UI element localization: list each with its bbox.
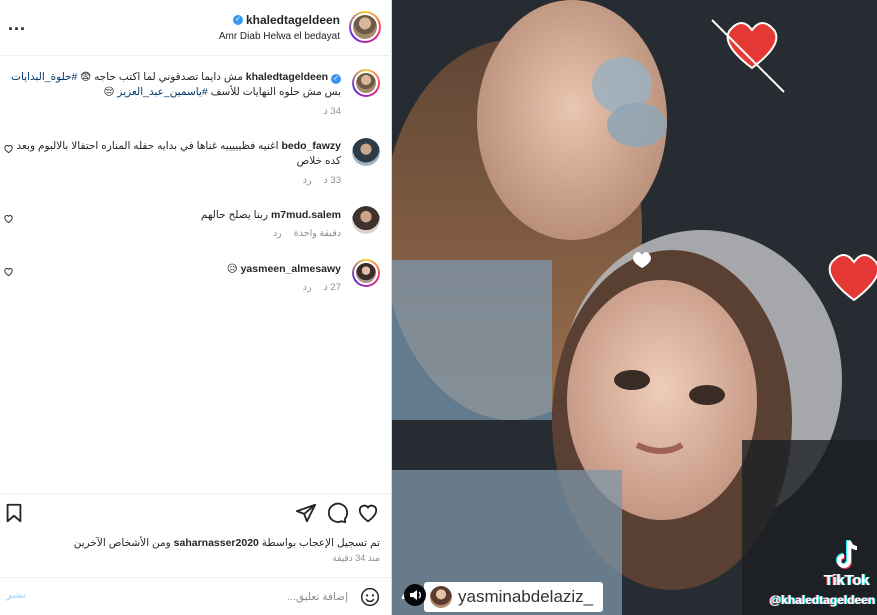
comment-item: m7mud.salem ربنا يصلح حالهم دقيقة واحدة ر… bbox=[0, 204, 391, 248]
verified-badge-icon: ✓ bbox=[232, 15, 243, 25]
comment-meta: دقيقة واحدة رد bbox=[261, 228, 341, 239]
hashtag-link[interactable]: #حلوة_البدايات bbox=[11, 71, 77, 83]
audio-subtitle[interactable]: Amr Diab Helwa el bedayat bbox=[219, 31, 340, 42]
video-frame bbox=[392, 0, 877, 615]
caption-avatar[interactable] bbox=[352, 69, 380, 97]
hashtag-link[interactable]: #ياسمين_عبد_العزيز bbox=[117, 86, 207, 98]
caption-row: khaledtageldeen ✓ مش دايما تصدقوني لما ا… bbox=[0, 64, 391, 120]
comment-username[interactable]: yasmeen_almesawy bbox=[241, 263, 341, 275]
comment-item: bedo_fawzy اغنيه فظيييييه غناها في بدايه… bbox=[0, 134, 391, 190]
caption-meta: 34 د bbox=[312, 106, 341, 117]
comment-time[interactable]: دقيقة واحدة bbox=[294, 228, 341, 239]
caption-username[interactable]: khaledtageldeen ✓ bbox=[246, 71, 341, 84]
audio-toggle-icon[interactable] bbox=[404, 584, 426, 606]
emoji-icon[interactable] bbox=[360, 587, 380, 607]
tagged-username: yasminabdelaziz_ bbox=[458, 587, 594, 606]
reply-button[interactable]: رد bbox=[303, 282, 312, 293]
verified-badge-icon: ✓ bbox=[331, 74, 341, 84]
post-header: ... ✓ khaledtageldeen Amr Diab Helwa el … bbox=[0, 0, 392, 56]
comment-meta: 33 د رد bbox=[291, 175, 341, 186]
like-comment-heart-icon[interactable] bbox=[3, 213, 14, 224]
comment-text: bedo_fawzy اغنيه فظيييييه غناها في بدايه… bbox=[16, 140, 341, 167]
video-player[interactable]: TikTok @khaledtageldeen yasminabdelaziz_ bbox=[392, 0, 877, 615]
tiktok-handle: @khaledtageldeen bbox=[769, 593, 875, 607]
comment-avatar[interactable] bbox=[352, 138, 380, 166]
post-time[interactable]: منذ 34 دقيقة bbox=[332, 553, 380, 564]
comment-bar: نشر bbox=[0, 577, 392, 615]
author-avatar[interactable] bbox=[349, 11, 381, 43]
post-actions: تم تسجيل الإعجاب بواسطة saharnasser2020 … bbox=[0, 493, 392, 575]
author-username[interactable]: khaledtageldeen bbox=[246, 13, 340, 27]
comment-icon[interactable] bbox=[326, 502, 348, 524]
comment-time[interactable]: 33 د bbox=[324, 175, 341, 186]
comment-text: yasmeen_almesawy 😥 bbox=[226, 263, 341, 275]
author-username-row[interactable]: ✓ khaledtageldeen bbox=[232, 13, 340, 27]
more-options-button[interactable]: ... bbox=[8, 14, 26, 35]
like-comment-heart-icon[interactable] bbox=[3, 266, 14, 277]
tiktok-logo-icon bbox=[836, 540, 858, 569]
comment-item: yasmeen_almesawy 😥 27 د رد bbox=[0, 258, 391, 298]
reply-button[interactable]: رد bbox=[273, 228, 282, 239]
comment-time[interactable]: 27 د bbox=[324, 282, 341, 293]
likes-summary[interactable]: تم تسجيل الإعجاب بواسطة saharnasser2020 … bbox=[74, 537, 380, 549]
comment-username[interactable]: bedo_fawzy bbox=[281, 140, 341, 152]
caption-text: khaledtageldeen ✓ مش دايما تصدقوني لما ا… bbox=[11, 71, 341, 98]
caption-time[interactable]: 34 د bbox=[324, 106, 341, 117]
reply-button[interactable]: رد bbox=[303, 175, 312, 186]
tagged-user-avatar bbox=[430, 586, 452, 608]
tiktok-watermark: TikTok bbox=[823, 572, 869, 589]
like-heart-icon[interactable] bbox=[357, 502, 379, 524]
post-panel: ... ✓ khaledtageldeen Amr Diab Helwa el … bbox=[0, 0, 392, 615]
post-comment-button[interactable]: نشر bbox=[6, 590, 26, 601]
comment-avatar[interactable] bbox=[352, 259, 380, 287]
like-comment-heart-icon[interactable] bbox=[3, 143, 14, 154]
bookmark-icon[interactable] bbox=[3, 502, 25, 524]
comment-username[interactable]: m7mud.salem bbox=[271, 209, 341, 221]
comment-text: m7mud.salem ربنا يصلح حالهم bbox=[200, 209, 341, 221]
share-icon[interactable] bbox=[295, 502, 317, 524]
liker-username[interactable]: saharnasser2020 bbox=[174, 537, 259, 549]
comment-meta: 27 د رد bbox=[291, 282, 341, 293]
comment-input[interactable] bbox=[78, 587, 348, 607]
comment-avatar[interactable] bbox=[352, 206, 380, 234]
tagged-user-sticker[interactable]: yasminabdelaziz_ bbox=[424, 582, 604, 612]
